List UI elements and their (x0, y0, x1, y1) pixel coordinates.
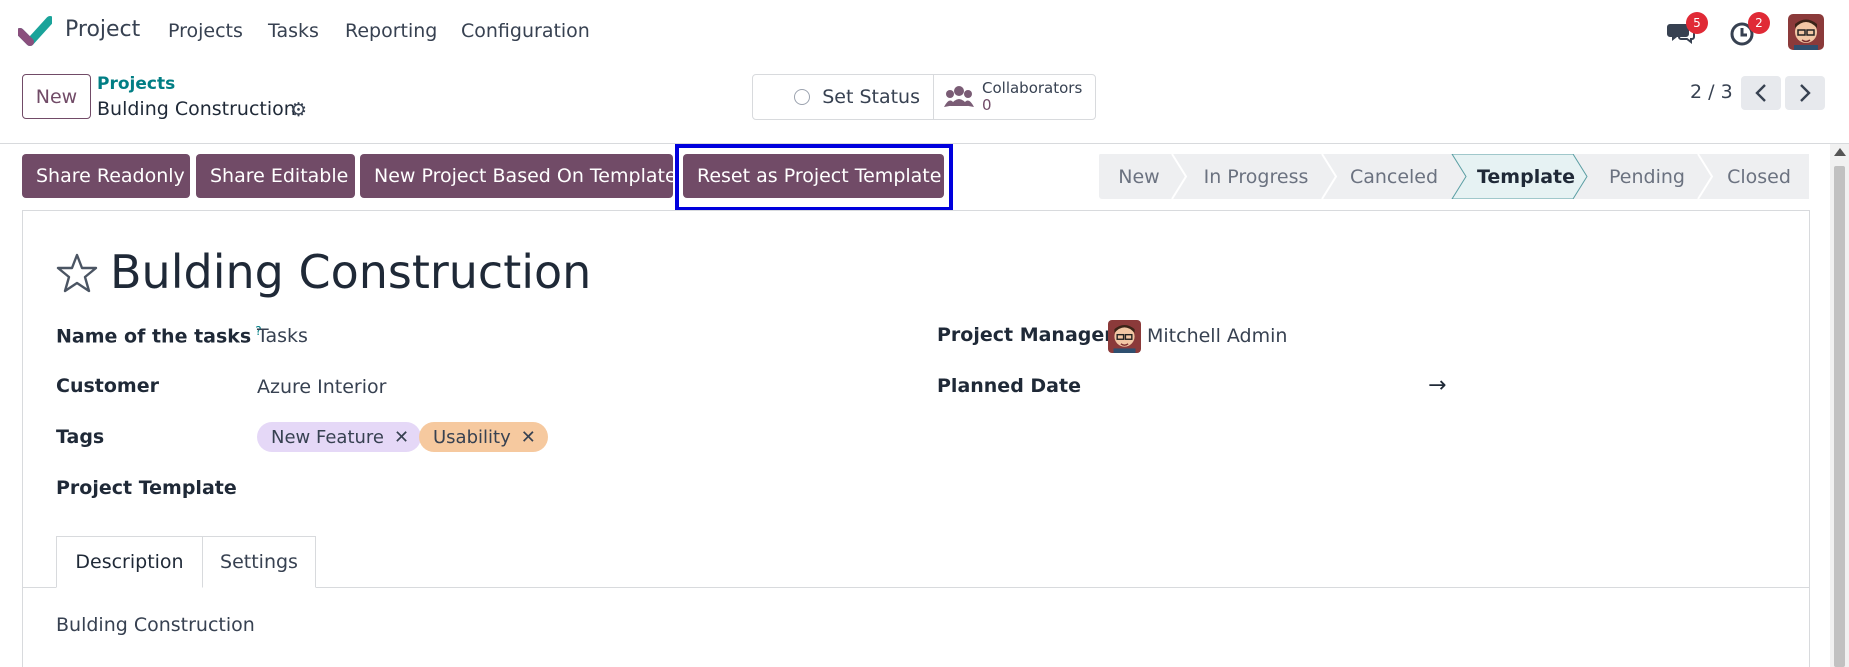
menu-reporting[interactable]: Reporting (345, 20, 437, 42)
tag-new-feature[interactable]: New Feature ✕ (257, 422, 422, 452)
breadcrumb-projects-link[interactable]: Projects (97, 74, 175, 94)
stage-in-progress[interactable]: In Progress (1181, 154, 1331, 199)
menu-tasks[interactable]: Tasks (268, 20, 319, 42)
menu-projects[interactable]: Projects (168, 20, 243, 42)
new-button[interactable]: New (22, 74, 91, 119)
activities-button[interactable]: 2 (1726, 12, 1770, 50)
stage-pending[interactable]: Pending (1587, 154, 1707, 199)
stage-new[interactable]: New (1099, 154, 1179, 199)
control-panel: New Projects Bulding Construction ⚙ Set … (0, 62, 1849, 144)
menu-configuration[interactable]: Configuration (461, 20, 590, 42)
breadcrumb-current: Bulding Construction (97, 98, 296, 120)
tag-label: Usability (433, 426, 511, 448)
top-navbar: Project Projects Tasks Reporting Configu… (0, 0, 1849, 62)
project-manager-avatar (1108, 320, 1141, 353)
star-icon[interactable] (56, 252, 98, 294)
scroll-up-icon[interactable] (1834, 148, 1846, 156)
gear-icon[interactable]: ⚙ (290, 99, 307, 121)
scrollbar-thumb[interactable] (1834, 166, 1845, 667)
description-field[interactable]: Bulding Construction (56, 614, 255, 636)
arrow-right-icon: → (1428, 373, 1447, 398)
project-logo-icon[interactable] (18, 16, 52, 46)
users-icon (944, 86, 974, 107)
new-project-from-template-button[interactable]: New Project Based On Template (360, 154, 677, 198)
close-icon[interactable]: ✕ (521, 427, 536, 448)
chevron-left-icon (1755, 84, 1766, 102)
pager-previous-button[interactable] (1741, 76, 1781, 110)
collaborators-count: 0 (982, 96, 992, 114)
project-template-label: Project Template (56, 477, 237, 499)
record-title[interactable]: Bulding Construction (110, 245, 591, 299)
tab-description[interactable]: Description (56, 536, 203, 588)
messages-badge: 5 (1686, 12, 1708, 34)
stage-template[interactable]: Template (1463, 154, 1589, 199)
customer-field[interactable]: Azure Interior (257, 376, 386, 398)
project-manager-label: Project Manager (937, 324, 1114, 346)
pager-next-button[interactable] (1785, 76, 1825, 110)
stage-canceled[interactable]: Canceled (1329, 154, 1459, 199)
tab-settings[interactable]: Settings (202, 536, 316, 588)
tags-label: Tags (56, 426, 105, 448)
close-icon[interactable]: ✕ (394, 427, 409, 448)
pager-value[interactable]: 2 / 3 (1690, 81, 1733, 103)
name-of-tasks-label-text: Name of the tasks (56, 325, 252, 348)
stage-statusbar: New In Progress Canceled Template Pendin… (1099, 154, 1809, 199)
status-radio-icon (794, 89, 811, 105)
messages-button[interactable]: 5 (1664, 12, 1708, 50)
tag-usability[interactable]: Usability ✕ (419, 422, 548, 452)
customer-label: Customer (56, 375, 159, 397)
set-status-label: Set Status (822, 86, 920, 108)
name-of-tasks-label: Name of the tasks? (56, 324, 262, 347)
highlight-box (675, 144, 953, 211)
status-collaborators-group: Set Status Collaborators 0 (752, 74, 1096, 120)
name-of-tasks-field[interactable]: Tasks (257, 325, 308, 347)
tag-label: New Feature (271, 426, 385, 448)
stage-closed[interactable]: Closed (1709, 154, 1809, 199)
planned-date-label: Planned Date (937, 375, 1081, 397)
collaborators-button[interactable]: Collaborators 0 (934, 75, 1095, 119)
chevron-right-icon (1800, 84, 1811, 102)
app-title[interactable]: Project (65, 17, 140, 42)
share-readonly-button[interactable]: Share Readonly (22, 154, 190, 198)
set-status-button[interactable]: Set Status (753, 75, 934, 119)
project-manager-field[interactable]: Mitchell Admin (1147, 325, 1287, 347)
activities-badge: 2 (1748, 12, 1770, 34)
share-editable-button[interactable]: Share Editable (196, 154, 355, 198)
collaborators-label: Collaborators (982, 79, 1083, 97)
user-avatar[interactable] (1788, 14, 1824, 50)
